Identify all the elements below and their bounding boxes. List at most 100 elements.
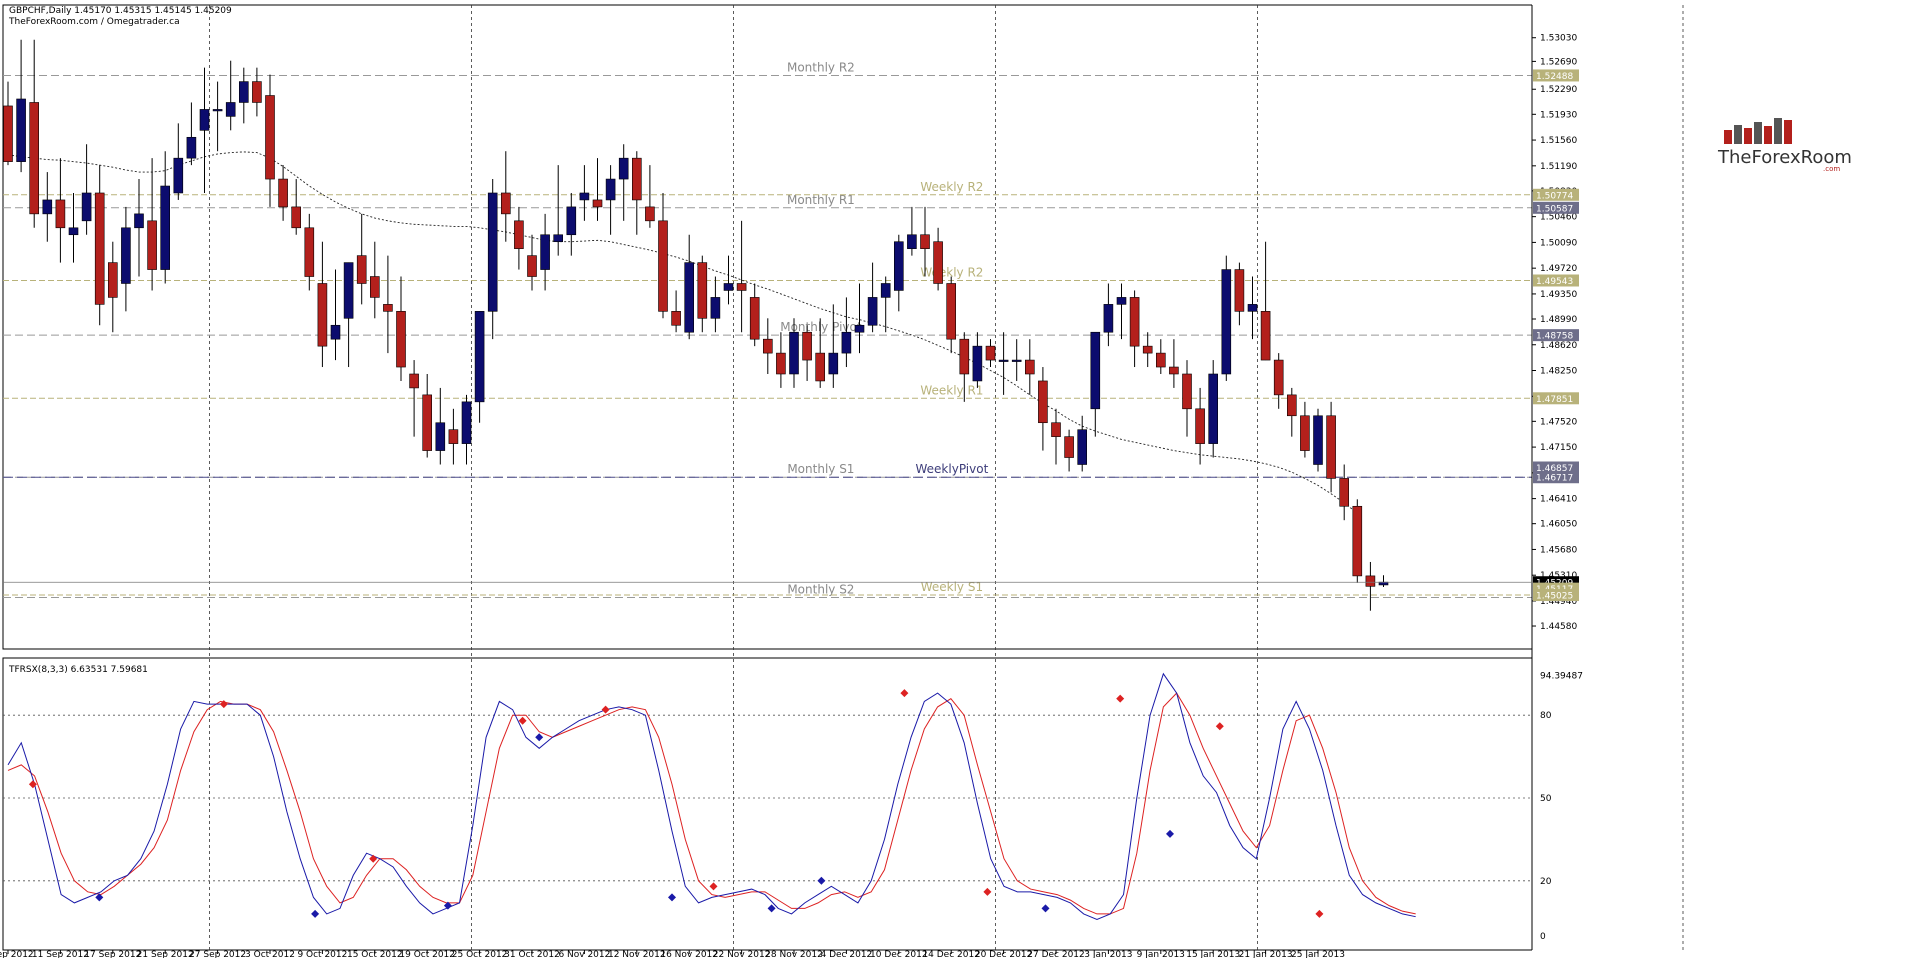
- y-tick-label: 1.44580: [1540, 622, 1577, 632]
- logo-bar: [1744, 128, 1752, 144]
- candle-body: [1221, 269, 1232, 375]
- y-tick-label: 1.47520: [1540, 417, 1577, 427]
- candle-body: [1011, 359, 1022, 362]
- y-tick-label: 1.50090: [1540, 238, 1577, 248]
- y-tick-label: 1.53030: [1540, 34, 1577, 44]
- candle-body: [1169, 366, 1179, 375]
- candle-body: [972, 345, 983, 382]
- candle-body: [199, 109, 210, 131]
- candle-body: [1090, 331, 1101, 410]
- level-label: Monthly S1: [787, 462, 854, 476]
- candle-body: [789, 331, 799, 375]
- oscillator-title: TFRSX(8,3,3) 6.63531 7.59681: [8, 665, 148, 675]
- candle-body: [998, 359, 1009, 362]
- candle-body: [1300, 415, 1310, 451]
- candle-body: [920, 234, 930, 249]
- candle-body: [776, 352, 786, 375]
- logo-bar: [1724, 130, 1732, 144]
- oscillator-tick-label: 80: [1540, 711, 1552, 721]
- candle-body: [959, 338, 970, 375]
- candle-body: [1103, 304, 1114, 333]
- candle-body: [16, 98, 26, 162]
- logo-bar: [1764, 126, 1772, 144]
- candle-body: [828, 352, 839, 375]
- oscillator-tick-label: 50: [1540, 794, 1552, 804]
- x-tick-label: 14 Dec 2012: [922, 950, 980, 958]
- candle-body: [1051, 422, 1061, 437]
- candle-body: [1182, 373, 1192, 410]
- candle-body: [265, 95, 275, 180]
- candle-body: [409, 373, 419, 389]
- candle-body: [173, 157, 184, 194]
- candle-body: [1326, 415, 1336, 479]
- x-tick-label: 9 Oct 2012: [297, 950, 347, 958]
- level-label: Weekly R1: [920, 383, 983, 397]
- candle-body: [225, 102, 236, 117]
- candle-body: [68, 227, 79, 236]
- logo-bar: [1754, 122, 1762, 144]
- candle-body: [1339, 478, 1349, 507]
- candle-body: [566, 206, 577, 236]
- x-tick-label: 21 Sep 2012: [137, 950, 194, 958]
- candle-body: [383, 304, 393, 312]
- x-tick-label: 12 Nov 2012: [608, 950, 666, 958]
- candle-body: [81, 192, 92, 222]
- candle-body: [55, 199, 66, 229]
- price-tag-label: 1.47851: [1536, 395, 1573, 405]
- candle-body: [1025, 359, 1035, 375]
- candle-body: [1365, 575, 1376, 587]
- y-tick-label: 1.52290: [1540, 85, 1577, 95]
- candle-body: [671, 311, 681, 326]
- candle-body: [710, 297, 721, 319]
- candle-body: [736, 283, 747, 291]
- candle-body: [867, 297, 878, 326]
- candle-body: [252, 81, 262, 103]
- x-tick-label: 16 Nov 2012: [660, 950, 718, 958]
- candle-body: [684, 262, 695, 333]
- candle-body: [29, 102, 40, 215]
- candle-body: [1129, 297, 1140, 347]
- candle-body: [1077, 429, 1087, 465]
- chart-source: TheForexRoom.com / Omegatrader.ca: [8, 17, 180, 27]
- x-tick-label: 9 Jan 2013: [1137, 950, 1185, 958]
- candle-body: [121, 227, 131, 284]
- price-tag-label: 1.48758: [1536, 332, 1573, 342]
- candle-body: [815, 352, 826, 382]
- x-tick-label: 27 Dec 2012: [1027, 950, 1085, 958]
- x-tick-label: 3 Oct 2012: [245, 950, 295, 958]
- candle-body: [94, 192, 105, 305]
- candle-body: [854, 324, 865, 333]
- candle-body: [1352, 505, 1363, 577]
- candle-body: [1156, 352, 1166, 368]
- y-tick-label: 1.52690: [1540, 57, 1577, 67]
- candle-body: [343, 262, 354, 319]
- candle-body: [1116, 297, 1127, 305]
- x-tick-label: 3 Jan 2013: [1084, 950, 1132, 958]
- x-tick-label: 20 Dec 2012: [975, 950, 1033, 958]
- x-tick-label: 5 Sep 2012: [0, 950, 34, 958]
- x-tick-label: 25 Oct 2012: [452, 950, 508, 958]
- candle-body: [605, 178, 616, 201]
- level-label: Weekly R2: [920, 265, 983, 279]
- candle-body: [108, 262, 118, 298]
- chart-canvas[interactable]: Monthly R2Monthly R1Monthly PivotMonthly…: [0, 0, 1920, 960]
- candle-body: [330, 324, 341, 340]
- candle-body: [592, 199, 603, 208]
- y-tick-label: 1.49350: [1540, 290, 1577, 300]
- candle-body: [933, 241, 943, 284]
- candle-body: [1142, 345, 1153, 354]
- logo-bar: [1774, 118, 1782, 144]
- x-tick-label: 10 Dec 2012: [870, 950, 928, 958]
- candle-body: [186, 136, 197, 159]
- oscillator-tick-label: 20: [1540, 877, 1552, 887]
- candle-body: [160, 185, 170, 270]
- candle-body: [1234, 269, 1245, 312]
- x-tick-label: 15 Oct 2012: [347, 950, 403, 958]
- candle-body: [841, 331, 852, 354]
- candle-body: [618, 157, 629, 180]
- x-tick-label: 17 Sep 2012: [84, 950, 141, 958]
- candle-body: [435, 422, 446, 451]
- x-tick-label: 28 Nov 2012: [765, 950, 823, 958]
- time-axis: 5 Sep 201211 Sep 201217 Sep 201221 Sep 2…: [0, 950, 1345, 960]
- y-tick-label: 1.48620: [1540, 341, 1577, 351]
